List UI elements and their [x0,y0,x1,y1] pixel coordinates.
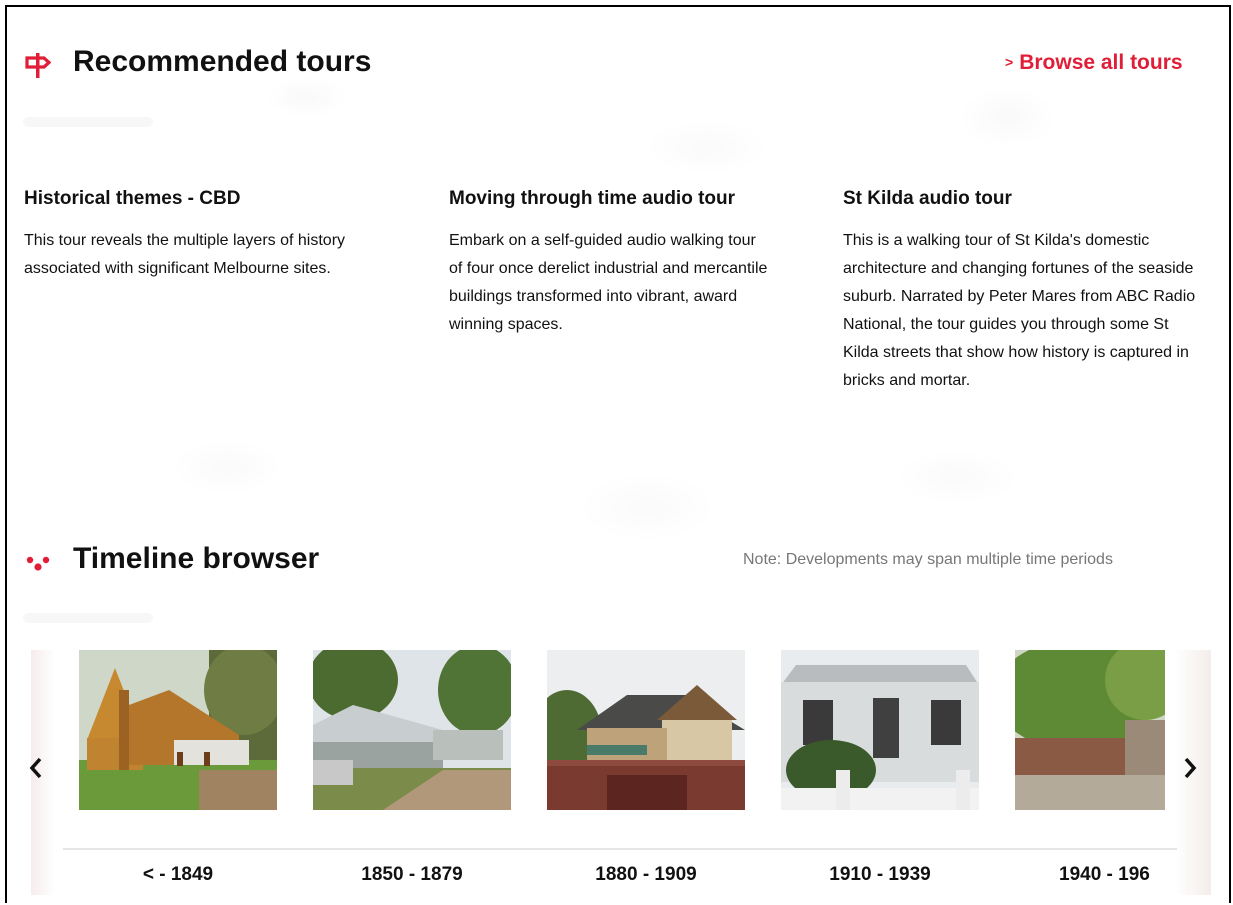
period-label[interactable]: 1850 - 1879 [313,863,511,887]
recommended-tours-heading: Recommended tours [73,45,372,78]
timeline-axis [63,848,1177,850]
period-label[interactable]: 1940 - 196 [1015,863,1165,887]
period-label[interactable]: 1910 - 1939 [781,863,979,887]
period-thumbnail[interactable] [313,650,511,810]
browse-all-tours-link[interactable]: > Browse all tours [1005,49,1183,76]
tour-title[interactable]: Historical themes - CBD [24,179,369,219]
chevron-right-icon[interactable] [1183,755,1197,785]
timeline-note: Note: Developments may span multiple tim… [743,551,1113,568]
tour-title[interactable]: Moving through time audio tour [449,179,769,219]
chevron-left-icon[interactable] [29,755,43,785]
tour-description: Embark on a self-guided audio walking to… [449,232,768,333]
tour-card: Moving through time audio tour Embark on… [449,179,769,339]
timeline-browser-heading: Timeline browser [73,542,320,575]
tour-card: St Kilda audio tour This is a walking to… [843,179,1208,395]
timeline-dots-icon [25,552,51,579]
page-frame: Recommended tours > Browse all tours Hist… [5,5,1231,903]
tour-card: Historical themes - CBD This tour reveal… [24,179,369,283]
heading-underline [23,117,153,127]
browse-all-tours-label: Browse all tours [1019,51,1183,74]
signpost-icon [25,50,52,85]
tour-description: This is a walking tour of St Kilda's dom… [843,232,1196,389]
period-thumbnail[interactable] [79,650,277,810]
period-thumbnail[interactable] [781,650,979,810]
tour-description: This tour reveals the multiple layers of… [24,232,346,277]
period-thumbnail[interactable] [1015,650,1165,810]
chevron-right-small-icon: > [1005,54,1014,70]
period-label[interactable]: 1880 - 1909 [547,863,745,887]
period-thumbnail[interactable] [547,650,745,810]
period-label[interactable]: < - 1849 [79,863,277,887]
tour-title[interactable]: St Kilda audio tour [843,179,1208,219]
heading-underline [23,613,153,623]
